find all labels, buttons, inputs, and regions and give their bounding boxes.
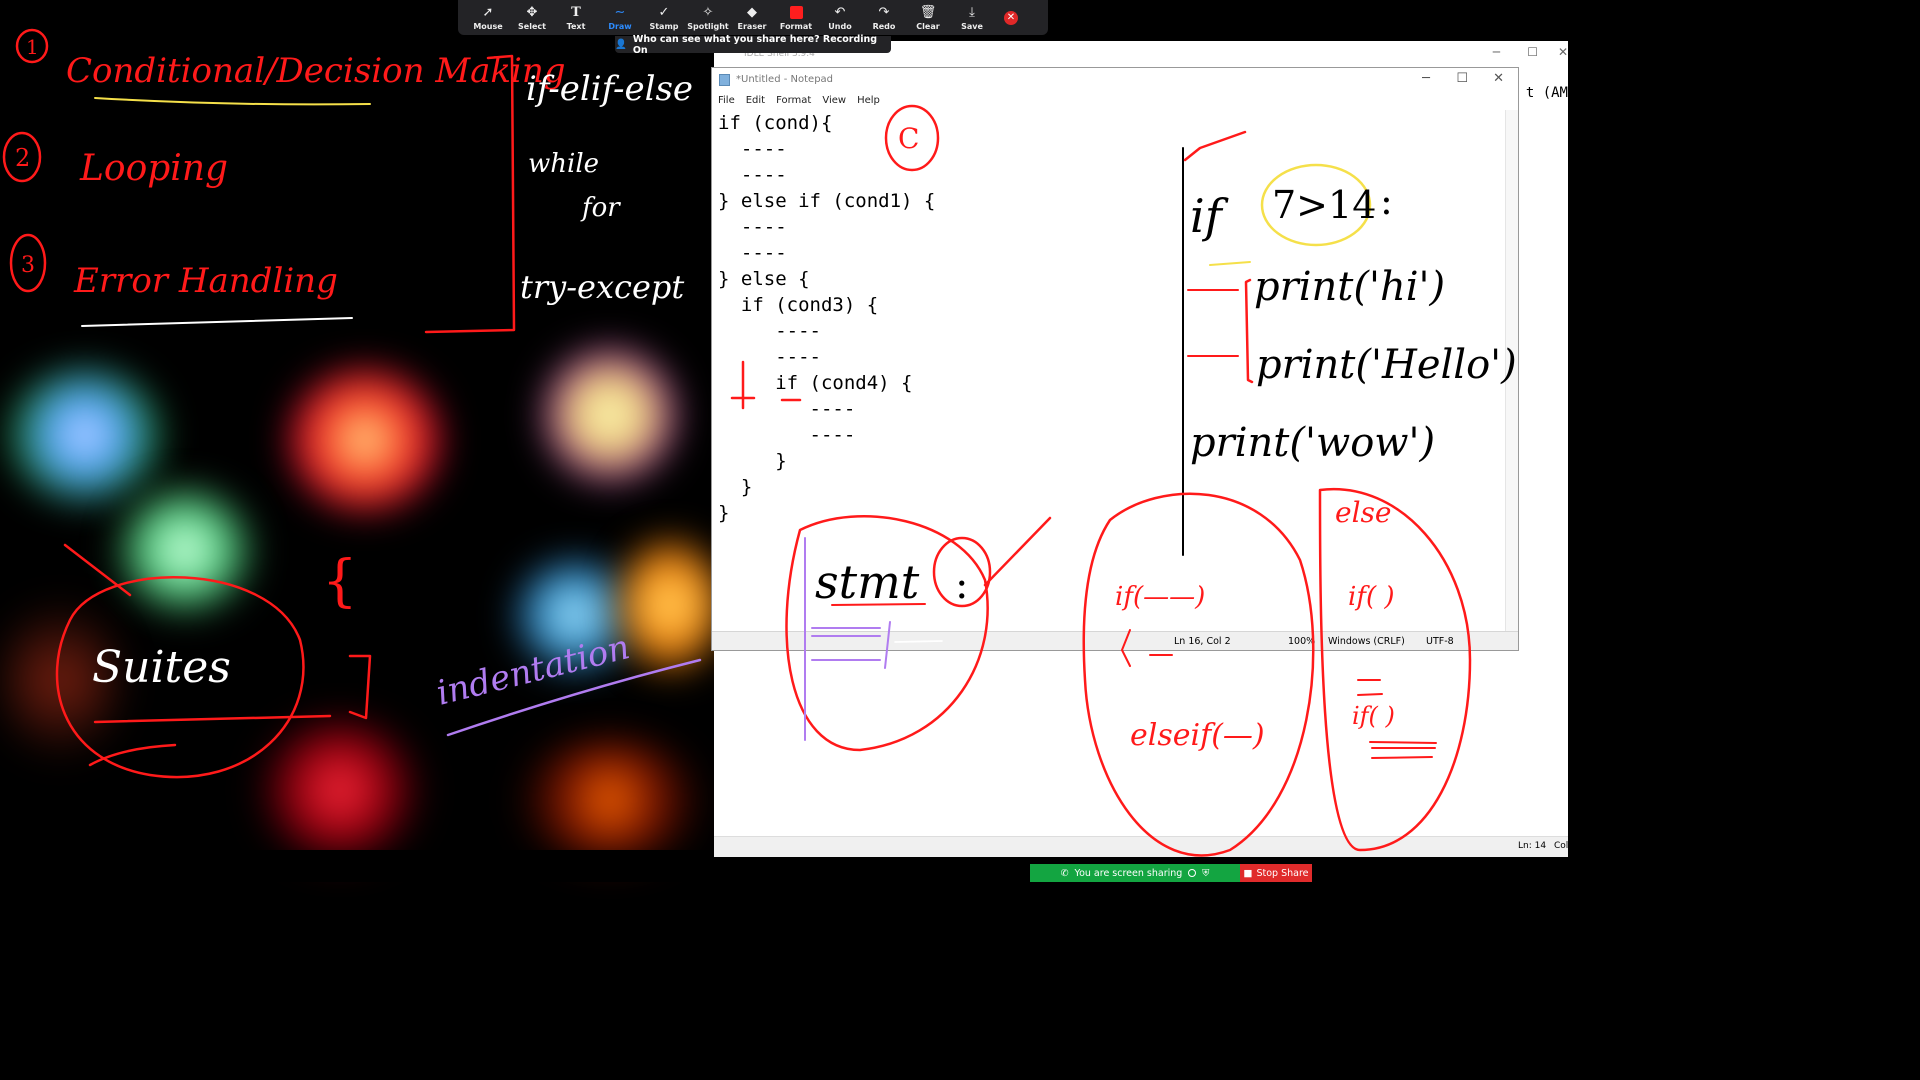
bracket-topics: [424, 54, 516, 334]
tool-format[interactable]: Format: [774, 0, 818, 35]
idle-status-col: Col: [1554, 841, 1569, 851]
screen-sharing-status[interactable]: ✆ You are screen sharing ⛨: [1030, 864, 1240, 882]
label-number-3: 3: [21, 253, 35, 278]
eraser-icon: ◆: [747, 4, 757, 20]
tool-mouse[interactable]: ➚ Mouse: [466, 0, 510, 35]
zoom-annotation-toolbar: ➚ Mouse ✥ Select T Text ∼ Draw ✓ Stamp ✧ Spotl…: [458, 0, 1048, 35]
notepad-statusbar: Ln 16, Col 2 100% Windows (CRLF) UTF-8: [712, 631, 1518, 650]
undo-icon: ↶: [834, 4, 846, 20]
suites-closing-brace: [348, 654, 372, 720]
suites-tail: [88, 743, 177, 767]
menu-edit[interactable]: Edit: [746, 92, 765, 110]
idle-statusbar: Ln: 14 Col: [714, 836, 1568, 857]
mouse-pointer-icon: ➚: [482, 4, 494, 20]
status-zoom: 100%: [1288, 636, 1316, 647]
label-try-except: try-except: [520, 268, 684, 306]
draw-squiggle-icon: ∼: [614, 4, 626, 20]
tool-save[interactable]: ⤓ Save: [950, 0, 994, 35]
circle-number-3: [9, 233, 47, 293]
idle-shell-text: t (AM: [1525, 85, 1568, 101]
idle-status-line: Ln: 14: [1518, 841, 1547, 851]
underline-conditional: [94, 97, 371, 106]
tool-undo[interactable]: ↶ Undo: [818, 0, 862, 35]
label-error-handling: Error Handling: [73, 261, 338, 301]
format-color-icon: [789, 5, 803, 19]
close-icon[interactable]: ✕: [1493, 71, 1504, 86]
share-visibility-banner[interactable]: 👤 Who can see what you share here? Recor…: [615, 33, 891, 56]
text-icon: T: [571, 4, 581, 20]
label-number-2: 2: [15, 144, 30, 172]
tool-draw[interactable]: ∼ Draw: [598, 0, 642, 35]
select-move-icon: ✥: [526, 4, 538, 20]
underline-error-handling: [81, 317, 353, 327]
trash-icon: 🗑: [919, 4, 937, 20]
indentation-underline: [446, 658, 702, 737]
notepad-window[interactable]: *Untitled - Notepad ─ ☐ ✕ File Edit Form…: [711, 67, 1519, 651]
menu-format[interactable]: Format: [776, 92, 811, 110]
suites-underline: [93, 714, 332, 724]
minimize-icon[interactable]: ─: [1422, 71, 1430, 86]
phone-icon: ✆: [1060, 867, 1069, 879]
status-line-ending: Windows (CRLF): [1328, 636, 1405, 647]
circle-number-1: [15, 28, 49, 64]
maximize-icon[interactable]: ☐: [1527, 45, 1538, 59]
stop-share-label: Stop Share: [1256, 867, 1309, 879]
maximize-icon[interactable]: ☐: [1456, 71, 1468, 86]
notepad-app-icon: [719, 74, 730, 86]
screen-sharing-text: You are screen sharing: [1074, 867, 1183, 879]
notepad-title: *Untitled - Notepad: [736, 74, 834, 85]
tool-text[interactable]: T Text: [554, 0, 598, 35]
notepad-text-area[interactable]: if (cond){ ---- ---- } else if (cond1) {…: [712, 110, 1506, 632]
notepad-menubar: File Edit Format View Help: [712, 92, 1518, 110]
shield-icon: ⛨: [1202, 867, 1210, 879]
redo-icon: ↷: [878, 4, 890, 20]
tool-eraser[interactable]: ◆ Eraser: [730, 0, 774, 35]
tool-spotlight[interactable]: ✧ Spotlight: [686, 0, 730, 35]
circle-number-2: [2, 131, 42, 183]
label-number-1: 1: [26, 35, 39, 59]
close-toolbar-icon[interactable]: ✕: [1004, 10, 1018, 25]
label-if-elif-else: if-elif-else: [526, 69, 693, 109]
menu-view[interactable]: View: [822, 92, 846, 110]
status-dot-icon: [1188, 869, 1197, 877]
status-cursor-position: Ln 16, Col 2: [1174, 636, 1231, 647]
label-while: while: [528, 149, 599, 179]
label-for: for: [580, 193, 621, 223]
menu-help[interactable]: Help: [857, 92, 880, 110]
label-looping: Looping: [79, 148, 228, 189]
menu-file[interactable]: File: [718, 92, 735, 110]
label-brace: {: [322, 549, 358, 614]
label-conditional: Conditional/Decision Making: [66, 51, 566, 91]
tool-redo[interactable]: ↷ Redo: [862, 0, 906, 35]
close-icon[interactable]: ✕: [1558, 45, 1568, 59]
spotlight-wand-icon: ✧: [702, 4, 714, 20]
tool-select[interactable]: ✥ Select: [510, 0, 554, 35]
vertical-scrollbar[interactable]: [1505, 110, 1518, 632]
stop-square-icon: ■: [1243, 867, 1253, 879]
minimize-icon[interactable]: ─: [1493, 45, 1500, 59]
share-banner-text: Who can see what you share here? Recordi…: [632, 33, 878, 56]
stamp-check-icon: ✓: [658, 4, 670, 20]
status-encoding: UTF-8: [1426, 636, 1454, 647]
tool-stamp[interactable]: ✓ Stamp: [642, 0, 686, 35]
tool-clear[interactable]: 🗑 Clear: [906, 0, 950, 35]
person-icon: 👤: [615, 39, 627, 50]
stop-share-button[interactable]: ■ Stop Share: [1240, 864, 1312, 882]
screen-sharing-pill: ✆ You are screen sharing ⛨ ■ Stop Share: [1030, 864, 1312, 882]
notepad-code: if (cond){ ---- ---- } else if (cond1) {…: [718, 112, 936, 524]
notepad-titlebar[interactable]: *Untitled - Notepad ─ ☐ ✕: [712, 68, 1518, 92]
save-download-icon: ⤓: [969, 4, 975, 20]
